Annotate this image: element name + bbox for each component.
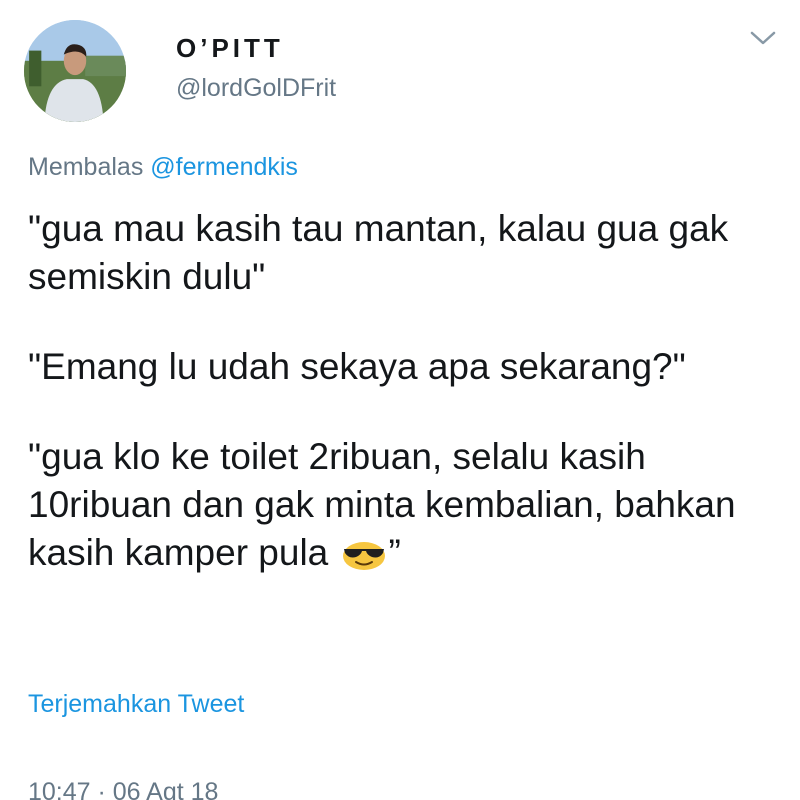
avatar[interactable] (24, 20, 126, 122)
tweet-paragraph: "Emang lu udah sekaya apa sekarang?" (28, 346, 686, 387)
tweet-timestamp[interactable]: 10:47 · 06 Agt 18 (28, 778, 218, 800)
user-handle[interactable]: @lordGolDFrit (176, 74, 336, 103)
reply-context: Membalas @fermendkis (28, 153, 298, 182)
display-name[interactable]: O’PITT (176, 33, 284, 64)
smiling-face-with-sunglasses-icon (342, 542, 385, 570)
tweet-paragraph: "gua mau kasih tau mantan, kalau gua gak… (28, 208, 729, 297)
translate-tweet-link[interactable]: Terjemahkan Tweet (28, 690, 244, 719)
tweet-text: "gua mau kasih tau mantan, kalau gua gak… (28, 205, 788, 577)
chevron-down-icon[interactable] (748, 28, 778, 48)
closing-quote: ” (388, 532, 401, 573)
reply-mention-link[interactable]: @fermendkis (150, 153, 298, 181)
reply-prefix: Membalas (28, 153, 144, 181)
profile-photo-icon (24, 20, 126, 122)
tweet-card: O’PITT @lordGolDFrit Membalas @fermendki… (0, 0, 800, 800)
tweet-paragraph-last: "gua klo ke toilet 2ribuan, selalu kasih… (28, 433, 788, 577)
